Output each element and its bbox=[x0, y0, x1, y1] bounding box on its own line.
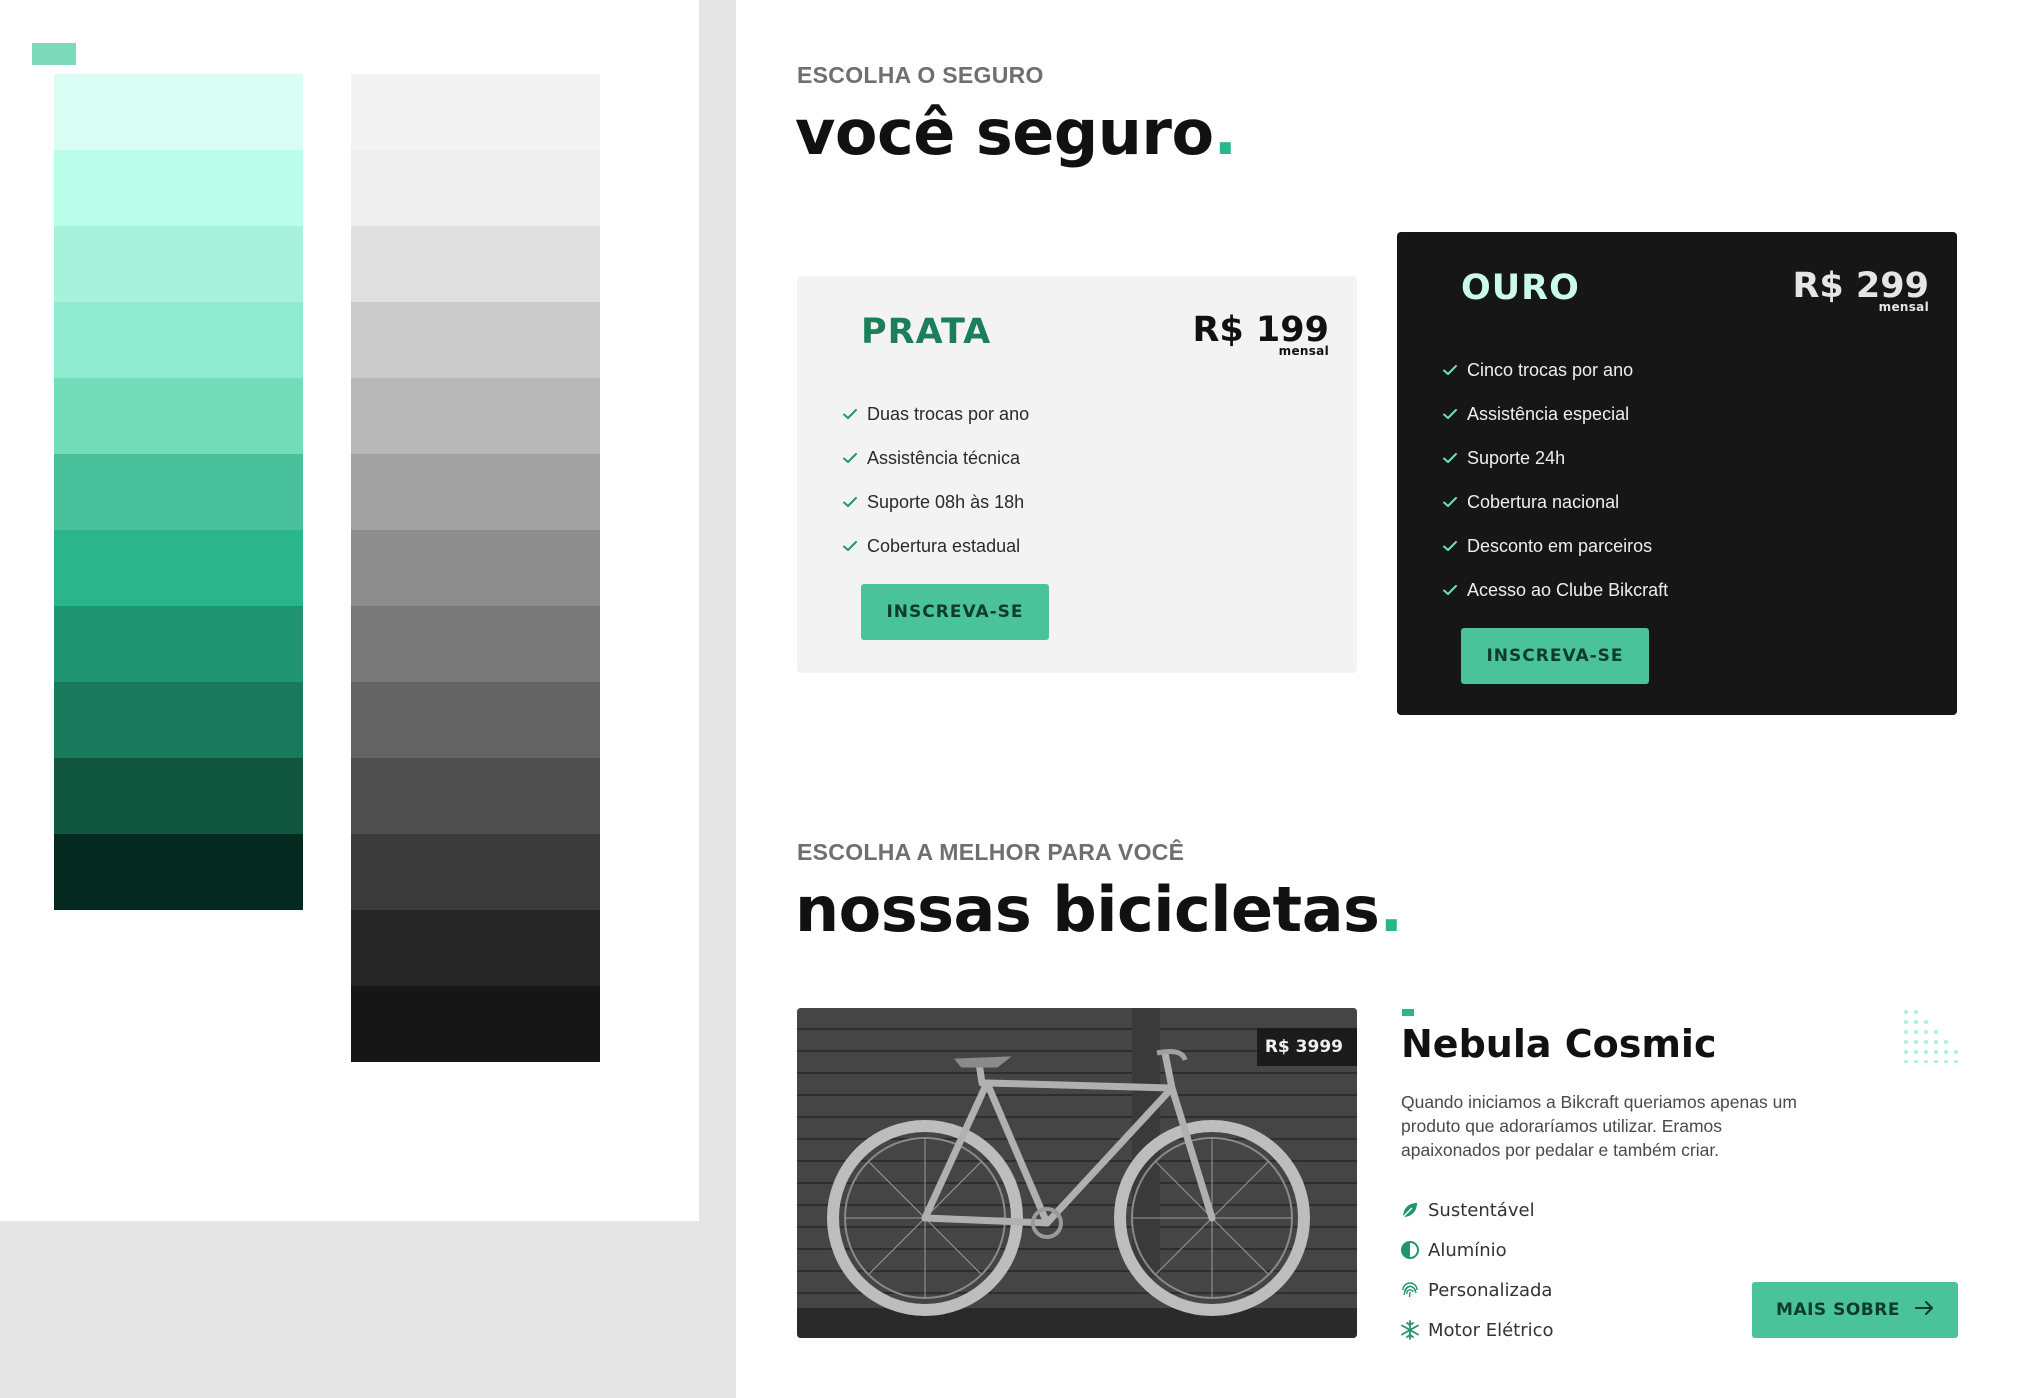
green-swatch bbox=[54, 530, 303, 606]
dots-decoration-icon bbox=[1903, 1009, 1959, 1064]
plan-feature-label: Assistência técnica bbox=[867, 447, 1021, 468]
gray-swatch bbox=[351, 454, 600, 530]
check-icon bbox=[841, 537, 859, 555]
plan-feature-label: Assistência especial bbox=[1467, 403, 1630, 424]
plan-feature-label: Acesso ao Clube Bikcraft bbox=[1467, 579, 1669, 600]
more-about-button[interactable]: MAIS SOBRE bbox=[1752, 1282, 1958, 1338]
green-swatch bbox=[54, 758, 303, 834]
green-swatch bbox=[54, 150, 303, 226]
gray-swatch bbox=[351, 682, 600, 758]
plan-features: Duas trocas por ano Assistência técnica … bbox=[841, 392, 1029, 568]
subscribe-button-ouro[interactable]: INSCREVA-SE bbox=[1461, 628, 1649, 684]
palette-tag bbox=[32, 43, 76, 65]
bike-title: Nebula Cosmic bbox=[1401, 1022, 1717, 1066]
bike-description: Quando iniciamos a Bikcraft queriamos ap… bbox=[1401, 1092, 1797, 1160]
plan-feature: Assistência técnica bbox=[841, 436, 1029, 480]
plan-feature: Desconto em parceiros bbox=[1441, 524, 1668, 568]
gray-swatch bbox=[351, 606, 600, 682]
gray-swatch bbox=[351, 986, 600, 1062]
green-swatch bbox=[54, 682, 303, 758]
gray-swatch bbox=[351, 378, 600, 454]
leaf-icon bbox=[1400, 1200, 1420, 1220]
attribute-label: Motor Elétrico bbox=[1428, 1319, 1554, 1341]
green-swatch bbox=[54, 226, 303, 302]
check-icon bbox=[1441, 361, 1459, 379]
check-icon bbox=[1441, 405, 1459, 423]
bike-attributes: Sustentável Alumínio Personalizada Motor… bbox=[1400, 1190, 1554, 1350]
check-icon bbox=[1441, 581, 1459, 599]
subscribe-button-prata[interactable]: INSCREVA-SE bbox=[861, 584, 1049, 640]
plan-feature: Cinco trocas por ano bbox=[1441, 348, 1668, 392]
check-icon bbox=[841, 405, 859, 423]
bike-photo[interactable]: R$ 3999 bbox=[797, 1008, 1357, 1338]
attribute-item: Alumínio bbox=[1400, 1230, 1554, 1270]
bike-title-accent bbox=[1402, 1009, 1414, 1016]
plan-features: Cinco trocas por ano Assistência especia… bbox=[1441, 348, 1668, 612]
attribute-item: Sustentável bbox=[1400, 1190, 1554, 1230]
bikes-title: nossas bicicletas. bbox=[795, 873, 1403, 946]
gray-palette bbox=[351, 74, 600, 1062]
plan-card-prata: PRATA R$ 199 mensal Duas trocas por ano … bbox=[797, 276, 1357, 673]
gray-swatch bbox=[351, 834, 600, 910]
plan-feature-label: Cobertura nacional bbox=[1467, 491, 1620, 512]
check-icon bbox=[1441, 449, 1459, 467]
green-palette bbox=[54, 74, 303, 910]
attribute-item: Personalizada bbox=[1400, 1270, 1554, 1310]
plan-feature: Duas trocas por ano bbox=[841, 392, 1029, 436]
plan-price: R$ 199 mensal bbox=[1192, 310, 1329, 358]
snowflake-icon bbox=[1400, 1320, 1420, 1340]
plan-feature: Acesso ao Clube Bikcraft bbox=[1441, 568, 1668, 612]
fingerprint-icon bbox=[1400, 1280, 1420, 1300]
plan-feature-label: Suporte 24h bbox=[1467, 447, 1566, 468]
green-swatch bbox=[54, 606, 303, 682]
plan-feature: Suporte 08h às 18h bbox=[841, 480, 1029, 524]
gray-swatch bbox=[351, 226, 600, 302]
attribute-label: Sustentável bbox=[1428, 1199, 1535, 1221]
plan-feature-label: Duas trocas por ano bbox=[867, 403, 1030, 424]
green-swatch bbox=[54, 454, 303, 530]
insurance-title-dot: . bbox=[1213, 96, 1238, 169]
green-swatch bbox=[54, 74, 303, 150]
attribute-label: Personalizada bbox=[1428, 1279, 1553, 1301]
plan-card-ouro: OURO R$ 299 mensal Cinco trocas por ano … bbox=[1397, 232, 1957, 715]
bikes-title-dot: . bbox=[1379, 873, 1403, 946]
plan-name: PRATA bbox=[861, 312, 992, 352]
gray-swatch bbox=[351, 74, 600, 150]
plan-feature: Cobertura nacional bbox=[1441, 480, 1668, 524]
check-icon bbox=[1441, 537, 1459, 555]
check-icon bbox=[1441, 493, 1459, 511]
arrow-right-icon bbox=[1914, 1300, 1934, 1320]
price-badge: R$ 3999 bbox=[1256, 1028, 1357, 1066]
green-swatch bbox=[54, 302, 303, 378]
plan-feature: Assistência especial bbox=[1441, 392, 1668, 436]
attribute-item: Motor Elétrico bbox=[1400, 1310, 1554, 1350]
gray-swatch bbox=[351, 302, 600, 378]
half-circle-icon bbox=[1400, 1240, 1420, 1260]
plan-feature-label: Cinco trocas por ano bbox=[1467, 359, 1634, 380]
check-icon bbox=[841, 449, 859, 467]
gray-swatch bbox=[351, 758, 600, 834]
check-icon bbox=[841, 493, 859, 511]
plan-name: OURO bbox=[1461, 268, 1580, 308]
plan-feature: Suporte 24h bbox=[1441, 436, 1668, 480]
attribute-label: Alumínio bbox=[1428, 1239, 1507, 1261]
insurance-title-text: você seguro bbox=[795, 96, 1214, 169]
insurance-eyebrow: ESCOLHA O SEGURO bbox=[797, 62, 1044, 88]
more-about-label: MAIS SOBRE bbox=[1776, 1300, 1900, 1320]
plan-feature-label: Suporte 08h às 18h bbox=[867, 491, 1025, 512]
gray-swatch bbox=[351, 910, 600, 986]
insurance-title: você seguro. bbox=[795, 96, 1237, 169]
palette-card bbox=[0, 0, 699, 1221]
gray-swatch bbox=[351, 150, 600, 226]
plan-price: R$ 299 mensal bbox=[1792, 266, 1929, 314]
green-swatch bbox=[54, 378, 303, 454]
plan-feature-label: Desconto em parceiros bbox=[1467, 535, 1653, 556]
plan-feature-label: Cobertura estadual bbox=[867, 535, 1021, 556]
green-swatch bbox=[54, 834, 303, 910]
gray-swatch bbox=[351, 530, 600, 606]
bikes-title-text: nossas bicicletas bbox=[795, 873, 1380, 946]
plan-feature: Cobertura estadual bbox=[841, 524, 1029, 568]
bikes-eyebrow: ESCOLHA A MELHOR PARA VOCÊ bbox=[797, 839, 1185, 865]
